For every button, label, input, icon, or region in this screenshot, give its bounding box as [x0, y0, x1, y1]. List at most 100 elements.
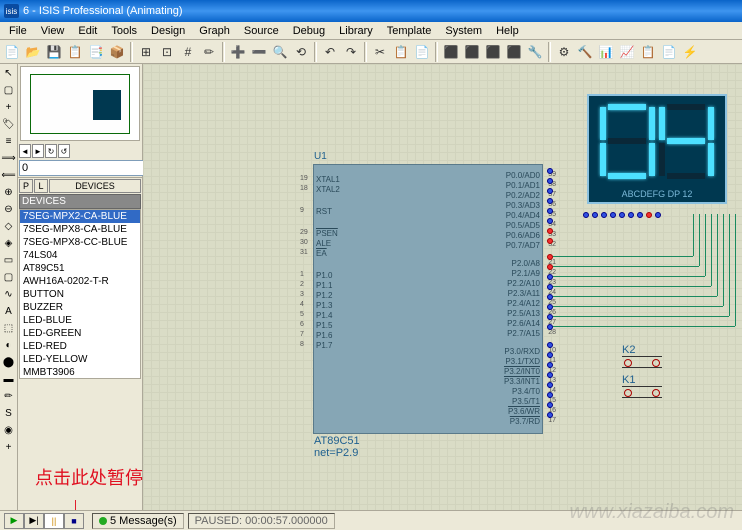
tool-5[interactable]: ⟹ — [1, 151, 16, 166]
menu-view[interactable]: View — [34, 23, 72, 39]
toolbar-btn-7[interactable]: ⊡ — [157, 42, 177, 62]
toolbar-btn-4[interactable]: 📑 — [86, 42, 106, 62]
toolbar-btn-26[interactable]: 📊 — [596, 42, 616, 62]
toolbar-btn-3[interactable]: 📋 — [65, 42, 85, 62]
tool-6[interactable]: ⟸ — [1, 168, 16, 183]
tool-22[interactable]: + — [1, 440, 16, 455]
device-item[interactable]: LED-YELLOW — [20, 353, 140, 366]
device-item[interactable]: 7SEG-MPX2-CA-BLUE — [20, 210, 140, 223]
pause-button[interactable]: || — [44, 513, 64, 529]
toolbar-btn-29[interactable]: 📄 — [659, 42, 679, 62]
toolbar-btn-5[interactable]: 📦 — [107, 42, 127, 62]
menu-file[interactable]: File — [2, 23, 34, 39]
preview-ctrl-0[interactable]: ◄ — [19, 144, 31, 158]
preview-ctrl-3[interactable]: ↺ — [58, 144, 70, 158]
tool-1[interactable]: ▢ — [1, 83, 16, 98]
tool-13[interactable]: ∿ — [1, 287, 16, 302]
toolbar-btn-19[interactable]: ⬛ — [441, 42, 461, 62]
device-item[interactable]: 74LS04 — [20, 249, 140, 262]
switch-k1[interactable]: K1 — [622, 374, 662, 398]
menu-graph[interactable]: Graph — [192, 23, 237, 39]
preview-ctrl-1[interactable]: ► — [32, 144, 44, 158]
toolbar-btn-30[interactable]: ⚡ — [680, 42, 700, 62]
tool-8[interactable]: ⊖ — [1, 202, 16, 217]
menu-design[interactable]: Design — [144, 23, 192, 39]
tool-18[interactable]: ▬ — [1, 372, 16, 387]
tool-0[interactable]: ↖ — [1, 66, 16, 81]
tool-19[interactable]: ✏ — [1, 389, 16, 404]
toolbar-btn-14[interactable]: ↶ — [320, 42, 340, 62]
tool-11[interactable]: ▭ — [1, 253, 16, 268]
tool-12[interactable]: ▢ — [1, 270, 16, 285]
tool-4[interactable]: ≡ — [1, 134, 16, 149]
devices-btn[interactable]: DEVICES — [49, 179, 141, 193]
tool-20[interactable]: S — [1, 406, 16, 421]
device-item[interactable]: LED-GREEN — [20, 327, 140, 340]
device-item[interactable]: LED-RED — [20, 340, 140, 353]
tool-14[interactable]: A — [1, 304, 16, 319]
tool-2[interactable]: + — [1, 100, 16, 115]
menu-edit[interactable]: Edit — [71, 23, 104, 39]
toolbar-btn-6[interactable]: ⊞ — [136, 42, 156, 62]
toolbar-btn-2[interactable]: 💾 — [44, 42, 64, 62]
tool-21[interactable]: ◉ — [1, 423, 16, 438]
toolbar-btn-21[interactable]: ⬛ — [483, 42, 503, 62]
toolbar-btn-20[interactable]: ⬛ — [462, 42, 482, 62]
device-item[interactable]: AWH16A-0202-T-R — [20, 275, 140, 288]
schematic-canvas[interactable]: U1 AT89C51net=P2.9 19XTAL118XTAL29RST29P… — [143, 64, 742, 510]
tool-15[interactable]: ⬚ — [1, 321, 16, 336]
device-item[interactable]: MMBT3906 — [20, 366, 140, 379]
toolbar-btn-16[interactable]: ✂ — [370, 42, 390, 62]
menu-system[interactable]: System — [438, 23, 489, 39]
toolbar-btn-28[interactable]: 📋 — [638, 42, 658, 62]
menu-library[interactable]: Library — [332, 23, 380, 39]
toolbar-btn-24[interactable]: ⚙ — [554, 42, 574, 62]
microcontroller-chip[interactable]: U1 AT89C51net=P2.9 19XTAL118XTAL29RST29P… — [313, 164, 543, 434]
menu-tools[interactable]: Tools — [104, 23, 144, 39]
pl-p[interactable]: P — [19, 179, 33, 193]
toolbar-btn-17[interactable]: 📋 — [391, 42, 411, 62]
toolbar-btn-27[interactable]: 📈 — [617, 42, 637, 62]
menu-template[interactable]: Template — [380, 23, 439, 39]
toolbar-btn-10[interactable]: ➕ — [228, 42, 248, 62]
schematic-preview[interactable] — [20, 66, 140, 141]
device-item[interactable]: BUTTON — [20, 288, 140, 301]
devices-list[interactable]: 7SEG-MPX2-CA-BLUE7SEG-MPX8-CA-BLUE7SEG-M… — [19, 209, 141, 379]
toolbar-btn-25[interactable]: 🔨 — [575, 42, 595, 62]
device-item[interactable]: AT89C51 — [20, 262, 140, 275]
menu-help[interactable]: Help — [489, 23, 526, 39]
switch-k2[interactable]: K2 — [622, 344, 662, 368]
device-item[interactable]: 7SEG-MPX8-CC-BLUE — [20, 236, 140, 249]
toolbar-btn-22[interactable]: ⬛ — [504, 42, 524, 62]
toolbar-btn-12[interactable]: 🔍 — [270, 42, 290, 62]
toolbar-btn-13[interactable]: ⟲ — [291, 42, 311, 62]
toolbar-btn-0[interactable]: 📄 — [2, 42, 22, 62]
pl-l[interactable]: L — [34, 179, 48, 193]
preview-ctrl-2[interactable]: ↻ — [45, 144, 57, 158]
toolbar-btn-1[interactable]: 📂 — [23, 42, 43, 62]
stop-button[interactable]: ■ — [64, 513, 84, 529]
sim-time-status: PAUSED: 00:00:57.000000 — [188, 513, 335, 529]
annotation-text: 点击此处暂停 — [35, 464, 143, 490]
toolbar-btn-15[interactable]: ↷ — [341, 42, 361, 62]
step-button[interactable]: ▶| — [24, 513, 44, 529]
toolbar-btn-8[interactable]: # — [178, 42, 198, 62]
tool-16[interactable]: ◐ — [1, 338, 16, 353]
toolbar-btn-11[interactable]: ➖ — [249, 42, 269, 62]
tool-10[interactable]: ◈ — [1, 236, 16, 251]
menu-source[interactable]: Source — [237, 23, 286, 39]
toolbar-btn-23[interactable]: 🔧 — [525, 42, 545, 62]
device-item[interactable]: 7SEG-MPX8-CA-BLUE — [20, 223, 140, 236]
seven-segment-display[interactable]: ABCDEFG DP 12 — [587, 94, 727, 204]
toolbar-btn-9[interactable]: ✏ — [199, 42, 219, 62]
tool-3[interactable]: 🏷 — [1, 117, 16, 132]
device-item[interactable]: BUZZER — [20, 301, 140, 314]
tool-9[interactable]: ◇ — [1, 219, 16, 234]
device-item[interactable]: LED-BLUE — [20, 314, 140, 327]
tool-7[interactable]: ⊕ — [1, 185, 16, 200]
toolbar-btn-18[interactable]: 📄 — [412, 42, 432, 62]
messages-status[interactable]: 5 Message(s) — [92, 513, 184, 529]
menu-debug[interactable]: Debug — [286, 23, 332, 39]
tool-17[interactable]: ⬤ — [1, 355, 16, 370]
play-button[interactable]: ▶ — [4, 513, 24, 529]
